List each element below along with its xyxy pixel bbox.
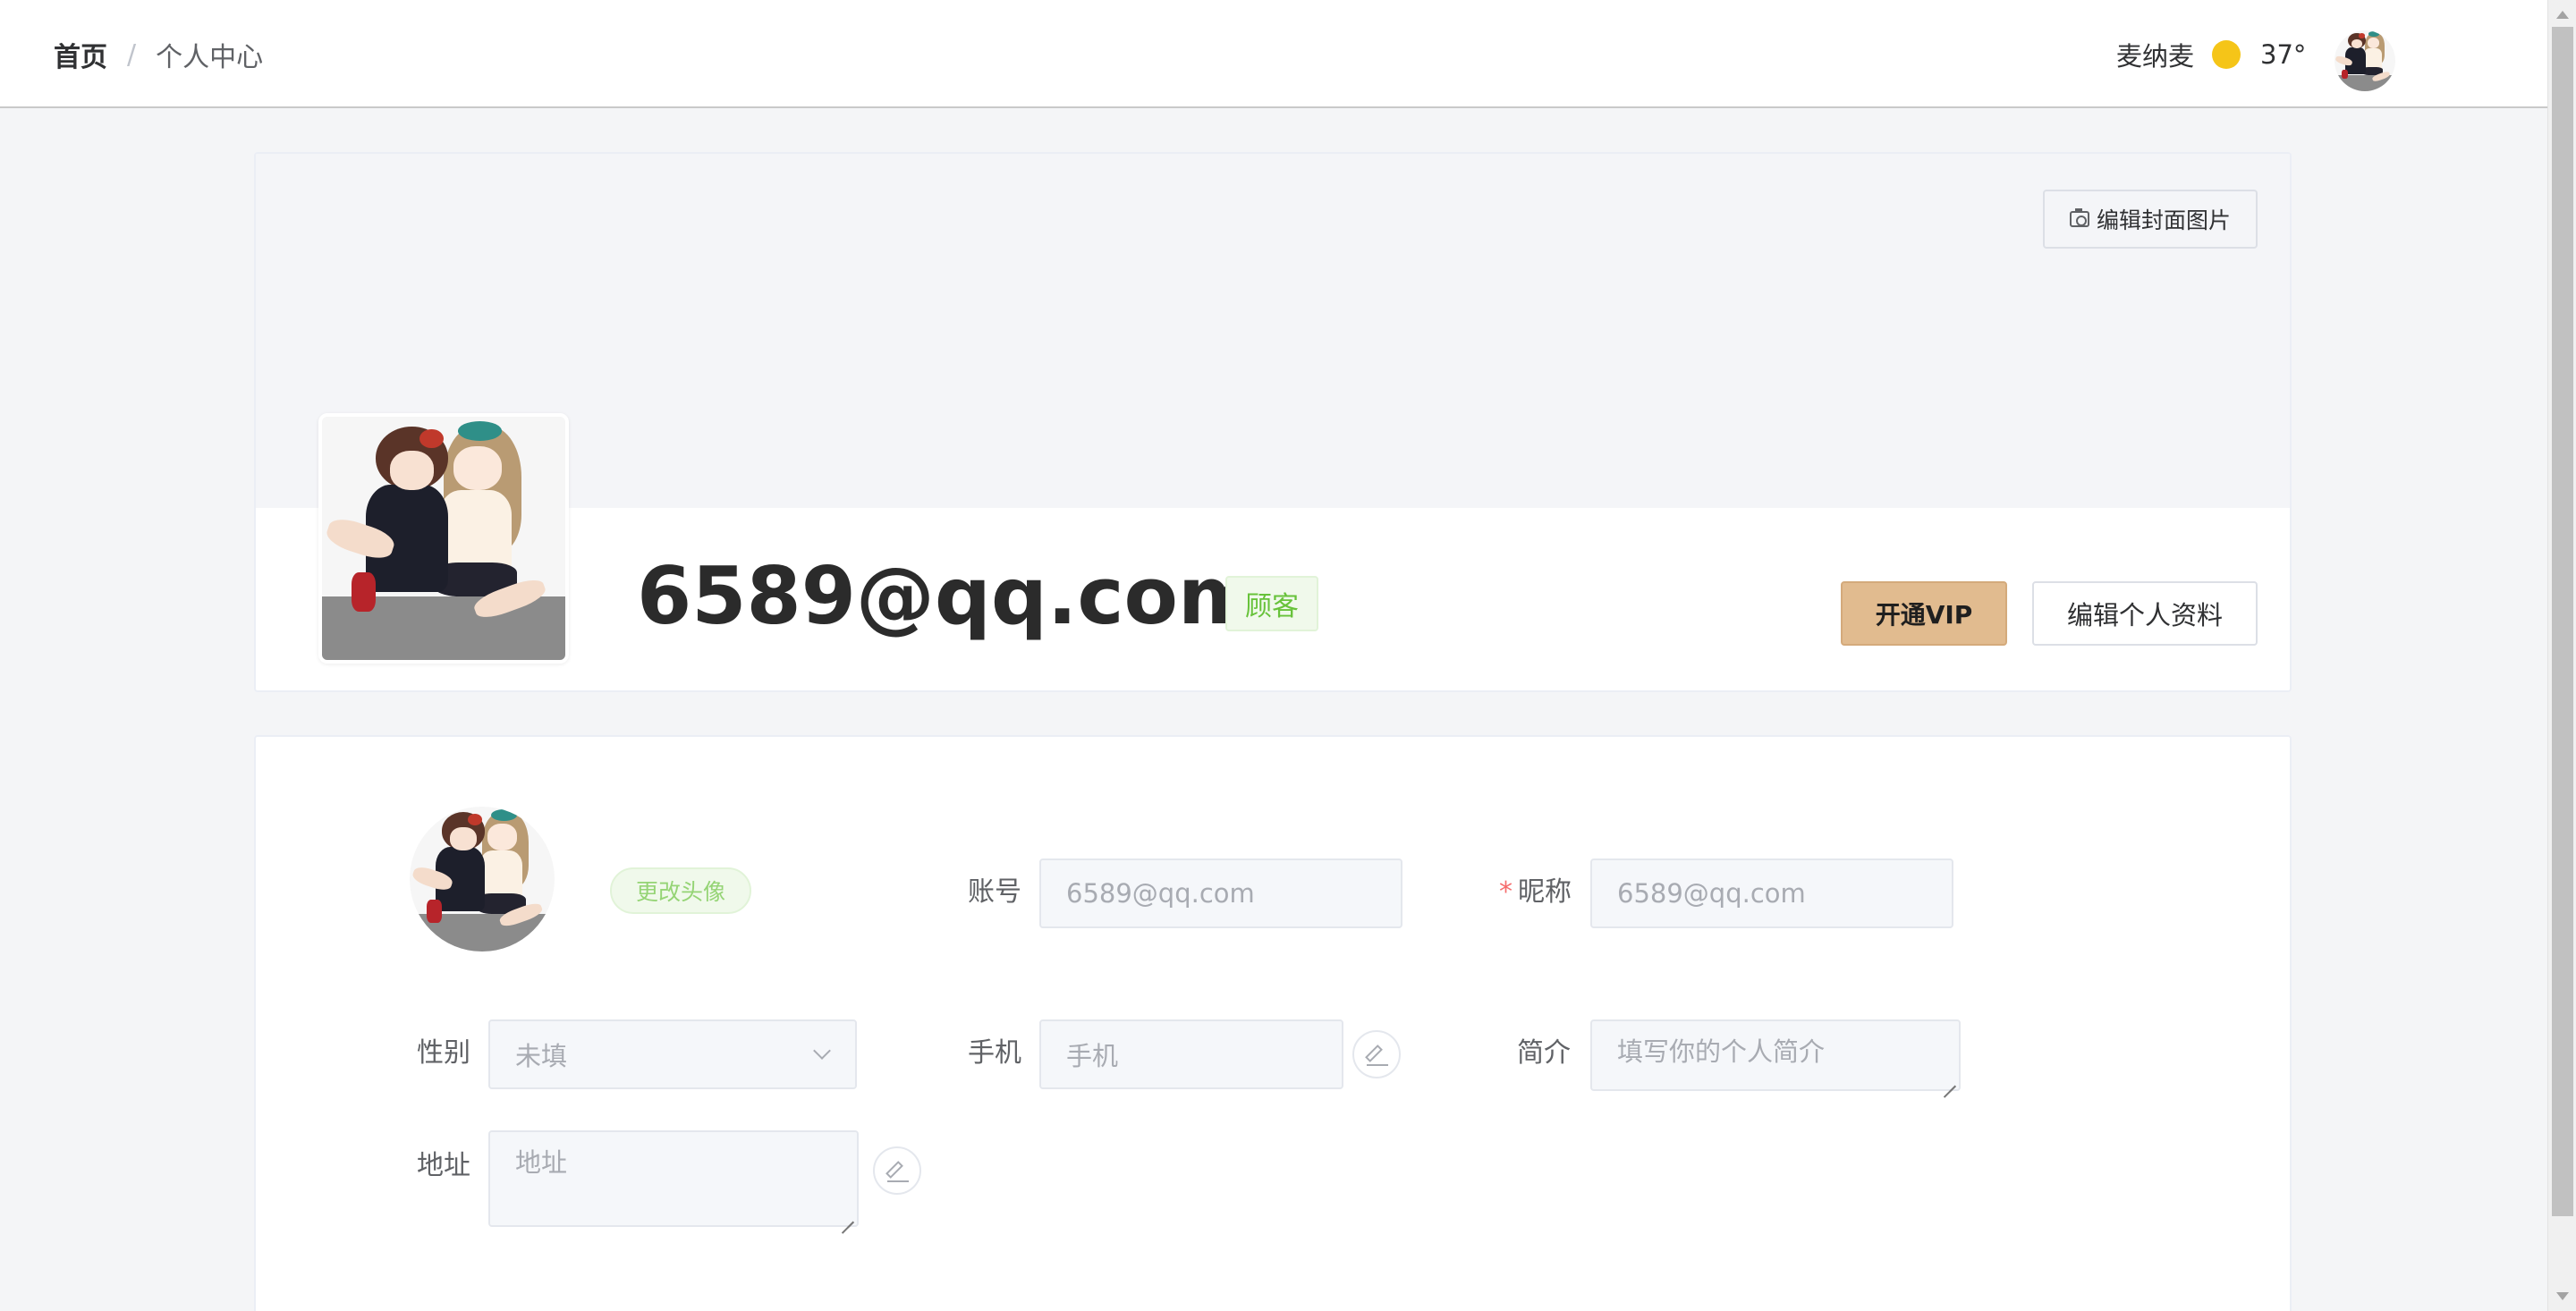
edit-cover-label: 编辑封面图片: [2096, 207, 2231, 233]
avatar-image: [410, 807, 555, 952]
gender-select[interactable]: 未填: [488, 1019, 857, 1089]
change-avatar-button[interactable]: 更改头像: [610, 867, 751, 914]
avatar-image: [322, 417, 565, 660]
edit-profile-button[interactable]: 编辑个人资料: [2032, 581, 2258, 646]
resize-handle-icon[interactable]: [842, 1210, 854, 1222]
user-avatar-menu[interactable]: [2334, 30, 2395, 91]
nickname-label: 昵称: [1518, 876, 1572, 908]
profile-form-card: 更改头像 账号 6589@qq.com * 昵称 6589@qq.com 性别 未…: [254, 735, 2292, 1311]
breadcrumb-separator: /: [127, 38, 137, 71]
phone-label: 手机: [968, 1037, 1021, 1069]
gender-label: 性别: [417, 1037, 470, 1069]
sun-icon: [2212, 40, 2241, 69]
role-badge: 顾客: [1225, 576, 1318, 631]
camera-icon: [2069, 208, 2089, 227]
profile-card: 编辑封面图片 6589@qq.com 顾客 开通VIP 编辑个人资料: [254, 152, 2292, 692]
bio-textarea[interactable]: 填写你的个人简介: [1590, 1019, 1961, 1091]
pen-icon: [1365, 1045, 1383, 1062]
profile-username: 6589@qq.com: [637, 550, 1260, 642]
breadcrumb-home-link[interactable]: 首页: [54, 35, 107, 74]
scroll-thumb[interactable]: [2552, 27, 2573, 1216]
account-field[interactable]: 6589@qq.com: [1039, 858, 1402, 928]
edit-address-button[interactable]: [873, 1146, 921, 1195]
scroll-up-arrow-icon[interactable]: [2556, 11, 2569, 19]
address-textarea[interactable]: 地址: [488, 1130, 859, 1227]
breadcrumb-current: 个人中心: [156, 42, 264, 73]
top-navbar: 首页 / 个人中心 麦纳麦 37°: [0, 0, 2547, 108]
phone-field[interactable]: 手机: [1039, 1019, 1343, 1089]
resize-handle-icon[interactable]: [1944, 1074, 1956, 1087]
avatar-image: [2334, 30, 2395, 91]
temperature: 37°: [2260, 39, 2307, 70]
gender-select-value: 未填: [515, 1041, 568, 1071]
edit-phone-button[interactable]: [1352, 1030, 1401, 1078]
profile-avatar: [318, 413, 569, 664]
page-scrollbar[interactable]: [2547, 0, 2576, 1311]
breadcrumb: 首页 / 个人中心: [54, 34, 263, 75]
pen-icon: [886, 1161, 903, 1179]
edit-cover-button[interactable]: 编辑封面图片: [2043, 190, 2258, 249]
chevron-down-icon: [813, 1042, 831, 1060]
account-label: 账号: [968, 876, 1021, 908]
nickname-label-wrap: * 昵称: [1499, 875, 1572, 910]
required-mark: *: [1499, 876, 1513, 908]
city-name: 麦纳麦: [2116, 41, 2195, 72]
address-label: 地址: [417, 1150, 470, 1181]
form-avatar: [410, 807, 555, 952]
bio-placeholder: 填写你的个人简介: [1617, 1036, 1826, 1067]
scroll-down-arrow-icon[interactable]: [2556, 1292, 2569, 1300]
weather-widget: 麦纳麦 37°: [2116, 34, 2306, 75]
bio-label: 简介: [1517, 1037, 1571, 1069]
address-placeholder: 地址: [515, 1147, 568, 1178]
nickname-field[interactable]: 6589@qq.com: [1590, 858, 1953, 928]
open-vip-button[interactable]: 开通VIP: [1841, 581, 2007, 646]
